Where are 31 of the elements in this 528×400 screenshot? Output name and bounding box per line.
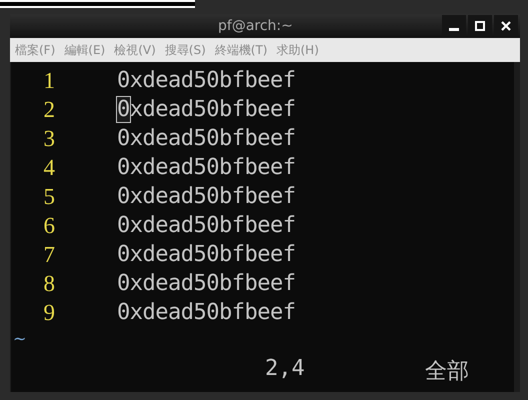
line-number: 8 bbox=[42, 270, 55, 296]
code-line: 0xdead50bfbeef bbox=[117, 213, 296, 238]
close-icon bbox=[501, 21, 511, 31]
code-line: 0xdead50bfbeef bbox=[117, 300, 296, 325]
line-number: 1 bbox=[42, 68, 55, 94]
line-number: 3 bbox=[42, 126, 55, 152]
maximize-icon bbox=[475, 21, 485, 31]
line-number: 5 bbox=[42, 184, 55, 210]
line-number: 2 bbox=[42, 96, 55, 122]
empty-line-marker: ~ bbox=[12, 329, 28, 348]
code-line: 0xdead50bfbeef bbox=[117, 242, 296, 267]
line-number: 4 bbox=[42, 154, 55, 180]
window-title: pf@arch:~ bbox=[218, 18, 293, 34]
cursor-position: 2,4 bbox=[265, 356, 305, 383]
code-line: 0xdead50bfbeef bbox=[117, 68, 296, 93]
code-line: 0xdead50bfbeef bbox=[117, 126, 296, 151]
menu-item[interactable]: 終端機(T) bbox=[214, 42, 268, 58]
line-number: 6 bbox=[42, 212, 55, 238]
code-line: 0xdead50bfbeef bbox=[117, 184, 296, 209]
scroll-indicator: 全部 bbox=[424, 357, 469, 385]
code-line: 0xdead50bfbeef bbox=[117, 155, 296, 180]
menu-item[interactable]: 求助(H) bbox=[276, 42, 319, 58]
menu-item[interactable]: 檢視(V) bbox=[114, 42, 156, 58]
minimize-icon bbox=[449, 28, 459, 31]
line-number: 9 bbox=[42, 300, 55, 326]
code-line: 0xdead50bfbeef bbox=[117, 271, 296, 296]
menu-item[interactable]: 檔案(F) bbox=[15, 42, 56, 58]
code-line: 0xdead50bfbeef bbox=[117, 97, 296, 122]
menu-item[interactable]: 編輯(E) bbox=[64, 42, 106, 58]
menu-item[interactable]: 搜尋(S) bbox=[164, 42, 206, 58]
line-number: 7 bbox=[42, 242, 55, 268]
